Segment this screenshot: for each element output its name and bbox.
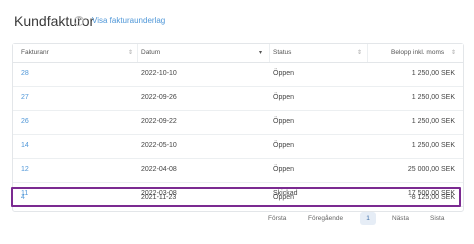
invoice-date: 2022-09-26 (141, 94, 177, 101)
invoice-amount: 1 250,00 SEK (411, 142, 455, 149)
invoice-status: Öppen (273, 70, 295, 77)
invoice-status: Öppen (273, 94, 295, 101)
question-circle-icon[interactable]: ? (74, 16, 84, 26)
invoice-amount: 1 250,00 SEK (411, 118, 455, 125)
column-divider (137, 44, 138, 62)
invoice-number-link[interactable]: 14 (21, 142, 29, 149)
invoice-number-link[interactable]: 26 (21, 118, 29, 125)
sort-arrows-icon[interactable]: ⇕ (128, 49, 133, 56)
sort-arrows-icon[interactable]: ⇕ (451, 49, 456, 56)
pagination-previous[interactable]: Föregående (308, 215, 343, 222)
column-header-date[interactable]: Datum (141, 49, 160, 56)
invoice-status: Öppen (273, 142, 295, 149)
pagination-current-page[interactable]: 1 (360, 212, 376, 225)
table-row: 27 2022-09-26 Öppen 1 250,00 SEK (13, 87, 463, 111)
column-header-status[interactable]: Status (273, 49, 291, 56)
table-header: Fakturanr ⇕ Datum ▾ Status ⇕ Belopp inkl… (13, 44, 463, 63)
invoice-status: Öppen (273, 118, 295, 125)
invoice-date: 2022-10-10 (141, 70, 177, 77)
invoice-status: Öppen (273, 166, 295, 173)
column-header-invoice-number[interactable]: Fakturanr (21, 49, 49, 56)
invoice-date: 2022-09-22 (141, 118, 177, 125)
table-row: 26 2022-09-22 Öppen 1 250,00 SEK (13, 111, 463, 135)
invoice-amount: 25 000,00 SEK (407, 166, 455, 173)
invoice-number-link[interactable]: 28 (21, 70, 29, 77)
table-row: 14 2022-05-10 Öppen 1 250,00 SEK (13, 135, 463, 159)
table-row: 12 2022-04-08 Öppen 25 000,00 SEK (13, 159, 463, 183)
invoice-date: 2022-05-10 (141, 142, 177, 149)
table-row: 28 2022-10-10 Öppen 1 250,00 SEK (13, 63, 463, 87)
invoice-date: 2022-04-08 (141, 166, 177, 173)
caret-down-icon[interactable]: ▾ (259, 49, 262, 56)
show-invoice-basis-link[interactable]: Visa fakturaunderlag (92, 16, 165, 25)
pagination-first[interactable]: Första (268, 215, 286, 222)
sort-arrows-icon[interactable]: ⇕ (357, 49, 362, 56)
invoice-number-link[interactable]: 27 (21, 94, 29, 101)
invoice-number-link[interactable]: 12 (21, 166, 29, 173)
highlighted-row-outline (11, 187, 461, 207)
column-divider (367, 44, 368, 62)
column-header-amount[interactable]: Belopp inkl. moms (391, 49, 444, 56)
pagination-next[interactable]: Nästa (392, 215, 409, 222)
column-divider (269, 44, 270, 62)
pagination-last[interactable]: Sista (430, 215, 444, 222)
invoice-amount: 1 250,00 SEK (411, 94, 455, 101)
invoice-amount: 1 250,00 SEK (411, 70, 455, 77)
